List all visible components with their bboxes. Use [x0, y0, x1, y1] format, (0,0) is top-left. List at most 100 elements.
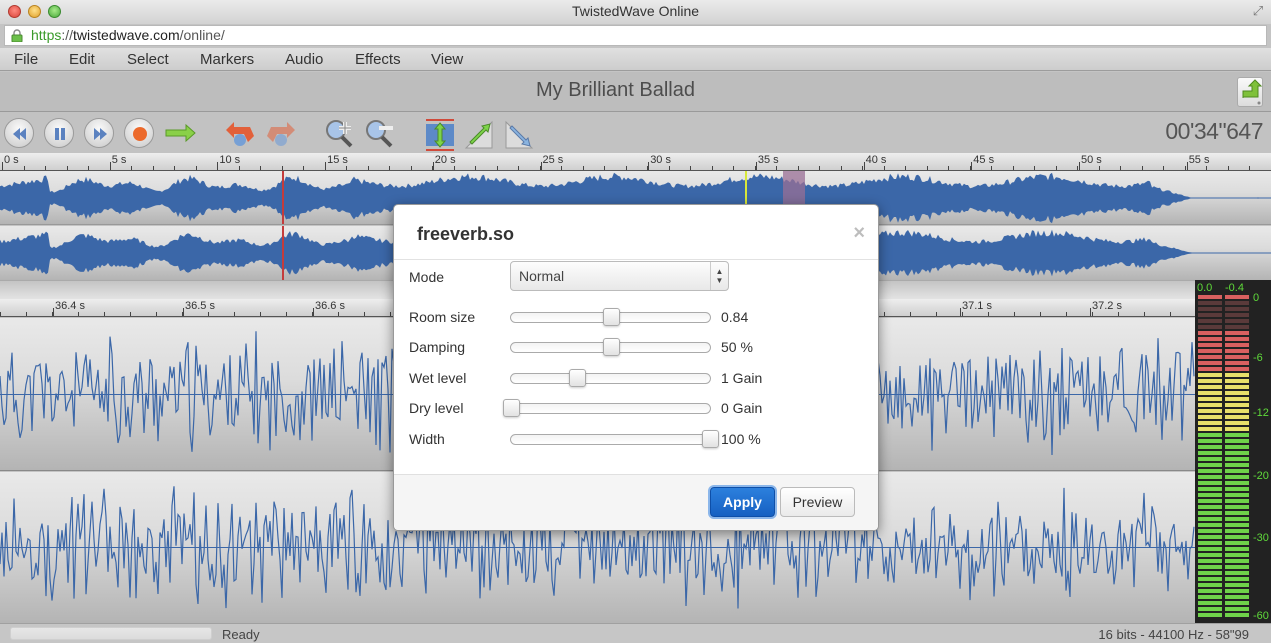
meter-segment: [1225, 319, 1249, 323]
meter-segment: [1198, 571, 1222, 575]
mode-select[interactable]: Normal ▲ ▼: [510, 261, 729, 291]
close-icon[interactable]: ×: [853, 222, 865, 245]
fullscreen-icon[interactable]: ⤢: [1251, 4, 1265, 18]
meter-segment: [1198, 601, 1222, 605]
menu-file[interactable]: File: [14, 51, 38, 68]
room-size-slider[interactable]: [510, 308, 711, 326]
window-minimize-button[interactable]: [28, 5, 41, 18]
fit-vertical-button[interactable]: [423, 118, 457, 151]
url-scheme: https: [31, 27, 62, 43]
width-slider[interactable]: [510, 430, 719, 448]
ruler-minor-tick: [24, 166, 25, 170]
record-button[interactable]: [124, 118, 154, 148]
play-from-cursor-button[interactable]: [164, 118, 196, 148]
slider-thumb[interactable]: [602, 338, 620, 356]
meter-segment: [1225, 397, 1249, 401]
window-zoom-button[interactable]: [48, 5, 61, 18]
ruler-minor-tick: [475, 166, 476, 170]
redo-button[interactable]: [263, 118, 299, 148]
ruler-minor-tick: [1066, 312, 1067, 316]
ruler-minor-tick: [1013, 166, 1014, 170]
ruler-minor-tick: [733, 166, 734, 170]
arrow-right-icon: [165, 123, 196, 143]
fade-out-icon: [505, 120, 534, 149]
ruler-minor-tick: [346, 166, 347, 170]
meter-segment: [1198, 385, 1222, 389]
meter-segment: [1225, 553, 1249, 557]
meter-segment: [1198, 589, 1222, 593]
menu-edit[interactable]: Edit: [69, 51, 95, 68]
pause-button[interactable]: [44, 118, 74, 148]
damping-slider[interactable]: [510, 338, 711, 356]
meter-channel-left: [1198, 295, 1222, 619]
ruler-label: 36.5 s: [185, 300, 215, 312]
slider-thumb[interactable]: [503, 399, 520, 417]
ruler-minor-tick: [583, 166, 584, 170]
dry-level-slider[interactable]: [503, 399, 711, 417]
meter-segment: [1225, 313, 1249, 317]
fade-in-icon: [464, 120, 493, 149]
undo-button[interactable]: [222, 118, 258, 148]
meter-segment: [1198, 415, 1222, 419]
apply-button[interactable]: Apply: [710, 487, 775, 517]
url-path: /online/: [179, 27, 225, 43]
meter-segment: [1198, 319, 1222, 323]
menu-select[interactable]: Select: [127, 51, 169, 68]
undo-icon: [226, 122, 254, 146]
fade-out-button[interactable]: [504, 118, 536, 149]
slider-thumb[interactable]: [702, 430, 719, 448]
menu-effects[interactable]: Effects: [355, 51, 401, 68]
ruler-minor-tick: [208, 312, 209, 316]
meter-segment: [1198, 457, 1222, 461]
document-header: My Brilliant Ballad: [0, 72, 1271, 112]
fast-forward-button[interactable]: [84, 118, 114, 148]
meter-segment: [1198, 409, 1222, 413]
meter-segment: [1225, 409, 1249, 413]
ruler-minor-tick: [1077, 166, 1078, 170]
ruler-minor-tick: [260, 312, 261, 316]
meter-segment: [1198, 295, 1222, 299]
zoom-in-button[interactable]: [323, 118, 357, 148]
ruler-label: 30 s: [650, 154, 671, 166]
document-title: My Brilliant Ballad: [536, 79, 695, 101]
ruler-minor-tick: [712, 166, 713, 170]
damping-value: 50 %: [721, 339, 753, 355]
export-icon[interactable]: [1237, 77, 1263, 107]
wet-level-slider[interactable]: [510, 369, 711, 387]
meter-segment: [1198, 613, 1222, 617]
overview-time-ruler[interactable]: 0 s 5 s 10 s 15 s 20 s 25 s 30 s 35 s 40 s 45 s 50…: [0, 153, 1271, 171]
ruler-minor-tick: [1118, 312, 1119, 316]
level-meter: 0.0 -0.4 0 -6 -12 -20 -30 -60: [1195, 280, 1271, 623]
meter-segment: [1198, 445, 1222, 449]
meter-segment: [1225, 445, 1249, 449]
audio-format-info: 16 bits - 44100 Hz - 58"99: [1098, 627, 1249, 642]
zoom-out-button[interactable]: [363, 118, 397, 148]
url-bar[interactable]: https://twistedwave.com/online/: [4, 25, 1267, 46]
menu-view[interactable]: View: [431, 51, 463, 68]
ruler-minor-tick: [604, 166, 605, 170]
meter-segment: [1225, 331, 1249, 335]
fade-in-button[interactable]: [464, 118, 496, 149]
meter-segment: [1225, 481, 1249, 485]
meter-segment: [1198, 511, 1222, 515]
slider-thumb[interactable]: [602, 308, 620, 326]
redo-icon: [267, 122, 295, 146]
preview-button[interactable]: Preview: [780, 487, 855, 517]
rewind-button[interactable]: [4, 118, 34, 148]
meter-segment: [1198, 361, 1222, 365]
ruler-minor-tick: [1056, 166, 1057, 170]
slider-thumb[interactable]: [568, 369, 586, 387]
ruler-minor-tick: [518, 166, 519, 170]
window-close-button[interactable]: [8, 5, 21, 18]
meter-segment: [1225, 595, 1249, 599]
meter-segment: [1225, 379, 1249, 383]
meter-segment: [1198, 427, 1222, 431]
menu-markers[interactable]: Markers: [200, 51, 254, 68]
menu-audio[interactable]: Audio: [285, 51, 323, 68]
transport-toolbar: 00'34"647: [0, 112, 1271, 153]
meter-segment: [1225, 337, 1249, 341]
ruler-minor-tick: [45, 166, 46, 170]
meter-segment: [1225, 601, 1249, 605]
meter-segment: [1198, 349, 1222, 353]
damping-row: Damping 50 %: [409, 338, 869, 363]
